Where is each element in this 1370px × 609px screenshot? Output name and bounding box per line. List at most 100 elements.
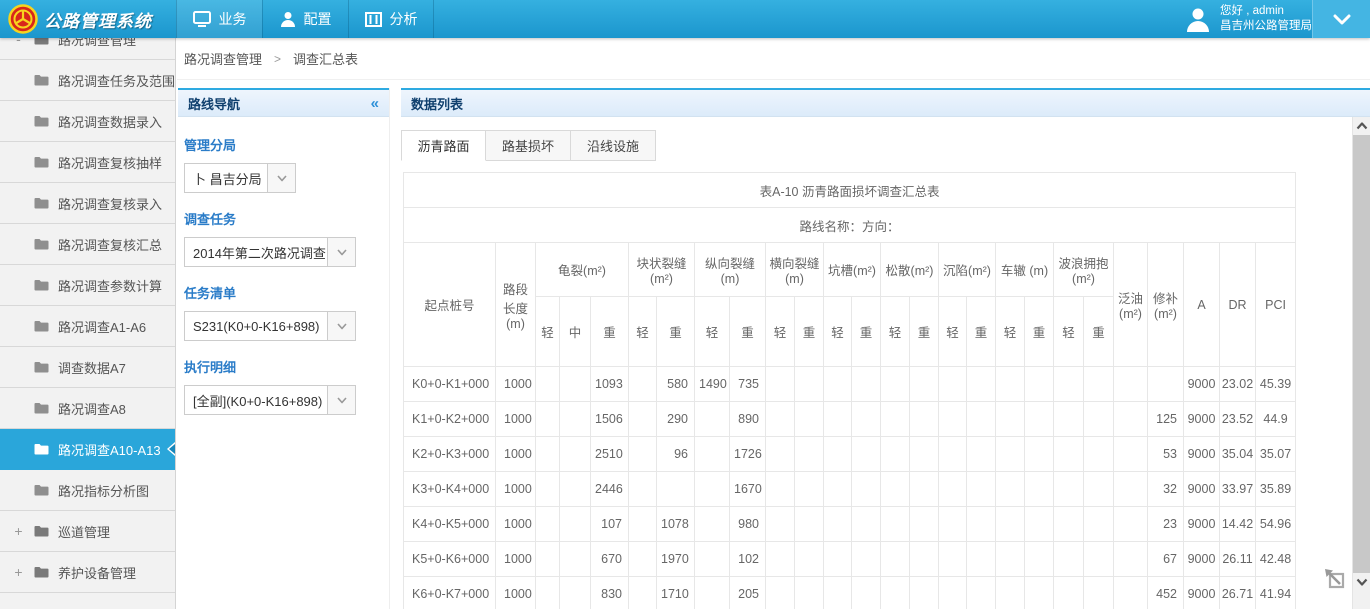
folder-icon — [34, 238, 49, 250]
dropdown-select[interactable]: S231(K0+0-K16+898) — [184, 311, 356, 341]
dropdown-toggle[interactable] — [267, 164, 295, 192]
table-cell — [766, 507, 795, 542]
table-cell — [695, 472, 730, 507]
nav-tab[interactable]: 分析 — [348, 0, 434, 38]
dropdown-toggle[interactable] — [327, 238, 355, 266]
sidebar-item[interactable]: 路况调查复核录入 — [0, 183, 175, 224]
user-org: 昌吉州公路管理局 — [1220, 20, 1312, 32]
chevron-down-icon — [337, 397, 347, 404]
data-list-title: 数据列表 — [411, 94, 463, 113]
scroll-up-button[interactable] — [1353, 117, 1370, 135]
surface-tab[interactable]: 沥青路面 — [401, 130, 486, 161]
column-subheader: 重 — [852, 297, 881, 367]
dropdown-value: [全副](K0+0-K16+898) — [185, 386, 327, 414]
surface-tab[interactable]: 路基损坏 — [486, 130, 571, 161]
data-list-body: 沥青路面路基损坏沿线设施 表A-10 沥青路面损坏调查汇总表路线名称：方向：起点… — [401, 117, 1370, 609]
table-cell — [881, 472, 910, 507]
dropdown-toggle[interactable] — [327, 312, 355, 340]
surface-tab[interactable]: 沿线设施 — [571, 130, 656, 161]
sidebar-item-label: 路况调查管理 — [58, 38, 136, 49]
table-cell — [996, 437, 1025, 472]
table-cell — [766, 472, 795, 507]
breadcrumb-item-parent[interactable]: 路况调查管理 — [184, 49, 262, 68]
sidebar-item[interactable]: 路况调查参数计算 — [0, 265, 175, 306]
popout-icon[interactable] — [1322, 566, 1348, 597]
table-cell — [967, 507, 996, 542]
table-cell: K6+0-K7+000 — [404, 577, 496, 609]
table-cell: 1970 — [657, 542, 695, 577]
user-icon — [280, 11, 296, 27]
table-cell — [1114, 507, 1148, 542]
dropdown-select[interactable]: [全副](K0+0-K16+898) — [184, 385, 356, 415]
sidebar-item-label: 路况调查A10-A13 — [58, 440, 161, 459]
table-subtitle: 路线名称：方向： — [404, 208, 1296, 243]
column-header: 泛油(m²) — [1114, 243, 1148, 367]
table-cell — [1114, 577, 1148, 609]
column-subheader: 重 — [1025, 297, 1054, 367]
sidebar-item-label: 路况调查A8 — [58, 399, 126, 418]
sidebar-item[interactable]: 路况调查A8 — [0, 388, 175, 429]
table-cell — [967, 402, 996, 437]
sidebar-item-label: 路况调查数据录入 — [58, 112, 162, 131]
table-cell — [939, 437, 967, 472]
user-greeting: 您好 , admin — [1220, 5, 1284, 17]
breadcrumb-item-current[interactable]: 调查汇总表 — [293, 49, 358, 68]
vertical-scrollbar[interactable] — [1352, 117, 1370, 609]
dropdown-toggle[interactable] — [327, 386, 355, 414]
table-cell: 26.71 — [1220, 577, 1256, 609]
monitor-icon — [193, 11, 211, 27]
table-cell — [824, 402, 852, 437]
collapse-panel-icon[interactable]: « — [371, 95, 379, 112]
sidebar-item-label: 路况调查参数计算 — [58, 276, 162, 295]
table-cell — [1025, 542, 1054, 577]
sidebar-item[interactable]: 路况调查数据录入 — [0, 101, 175, 142]
sidebar-item[interactable]: 路况指标分析图 — [0, 470, 175, 511]
sidebar-item[interactable]: 路况调查复核汇总 — [0, 224, 175, 265]
table-cell — [1054, 402, 1084, 437]
nav-tab[interactable]: 业务 — [176, 0, 262, 38]
table-cell — [910, 577, 939, 609]
table-cell — [852, 542, 881, 577]
chevron-down-icon — [337, 323, 347, 330]
table-cell: K3+0-K4+000 — [404, 472, 496, 507]
column-subheader: 重 — [967, 297, 996, 367]
dropdown-select[interactable]: 2014年第二次路况调查 — [184, 237, 356, 267]
table-cell — [1025, 577, 1054, 609]
table-cell: 33.97 — [1220, 472, 1256, 507]
dropdown-value: S231(K0+0-K16+898) — [185, 312, 327, 340]
sidebar-item[interactable]: 路况调查任务及范围 — [0, 60, 175, 101]
folder-icon — [34, 156, 49, 168]
table-cell: K4+0-K5+000 — [404, 507, 496, 542]
table-cell — [766, 367, 795, 402]
table-cell — [695, 402, 730, 437]
sidebar-item[interactable]: 路况调查A10-A13 — [0, 429, 175, 470]
table-cell — [996, 542, 1025, 577]
scroll-down-button[interactable] — [1353, 573, 1370, 591]
chevron-down-icon — [1333, 14, 1351, 25]
table-cell — [881, 367, 910, 402]
sidebar-item[interactable]: 调查数据A7 — [0, 347, 175, 388]
folder-icon — [34, 74, 49, 86]
sidebar-item[interactable]: - 路况调查管理 — [0, 38, 175, 60]
plus-icon[interactable]: + — [12, 523, 25, 539]
sidebar-item-label: 路况调查复核抽样 — [58, 153, 162, 172]
sidebar-item[interactable]: +养护设备管理 — [0, 552, 175, 593]
table-cell — [939, 367, 967, 402]
user-menu-toggle[interactable] — [1312, 0, 1370, 38]
table-cell: 980 — [730, 507, 766, 542]
nav-tab[interactable]: 配置 — [262, 0, 348, 38]
plus-icon[interactable]: + — [12, 564, 25, 580]
column-subheader: 重 — [795, 297, 824, 367]
table-cell — [1114, 367, 1148, 402]
dropdown-select[interactable]: 卜 昌吉分局 — [184, 163, 296, 193]
header-nav: 业务配置分析 — [176, 0, 434, 38]
minus-icon[interactable]: - — [12, 38, 25, 47]
sidebar-item[interactable]: +巡道管理 — [0, 511, 175, 552]
scrollbar-thumb[interactable] — [1353, 135, 1370, 573]
sidebar-item[interactable]: 路况调查A1-A6 — [0, 306, 175, 347]
table-row: K3+0-K4+00010002446167032900033.9735.89 — [404, 472, 1296, 507]
table-cell: 23 — [1148, 507, 1184, 542]
table-cell: 23.02 — [1220, 367, 1256, 402]
table-row: K1+0-K2+00010001506290890125900023.5244.… — [404, 402, 1296, 437]
sidebar-item[interactable]: 路况调查复核抽样 — [0, 142, 175, 183]
